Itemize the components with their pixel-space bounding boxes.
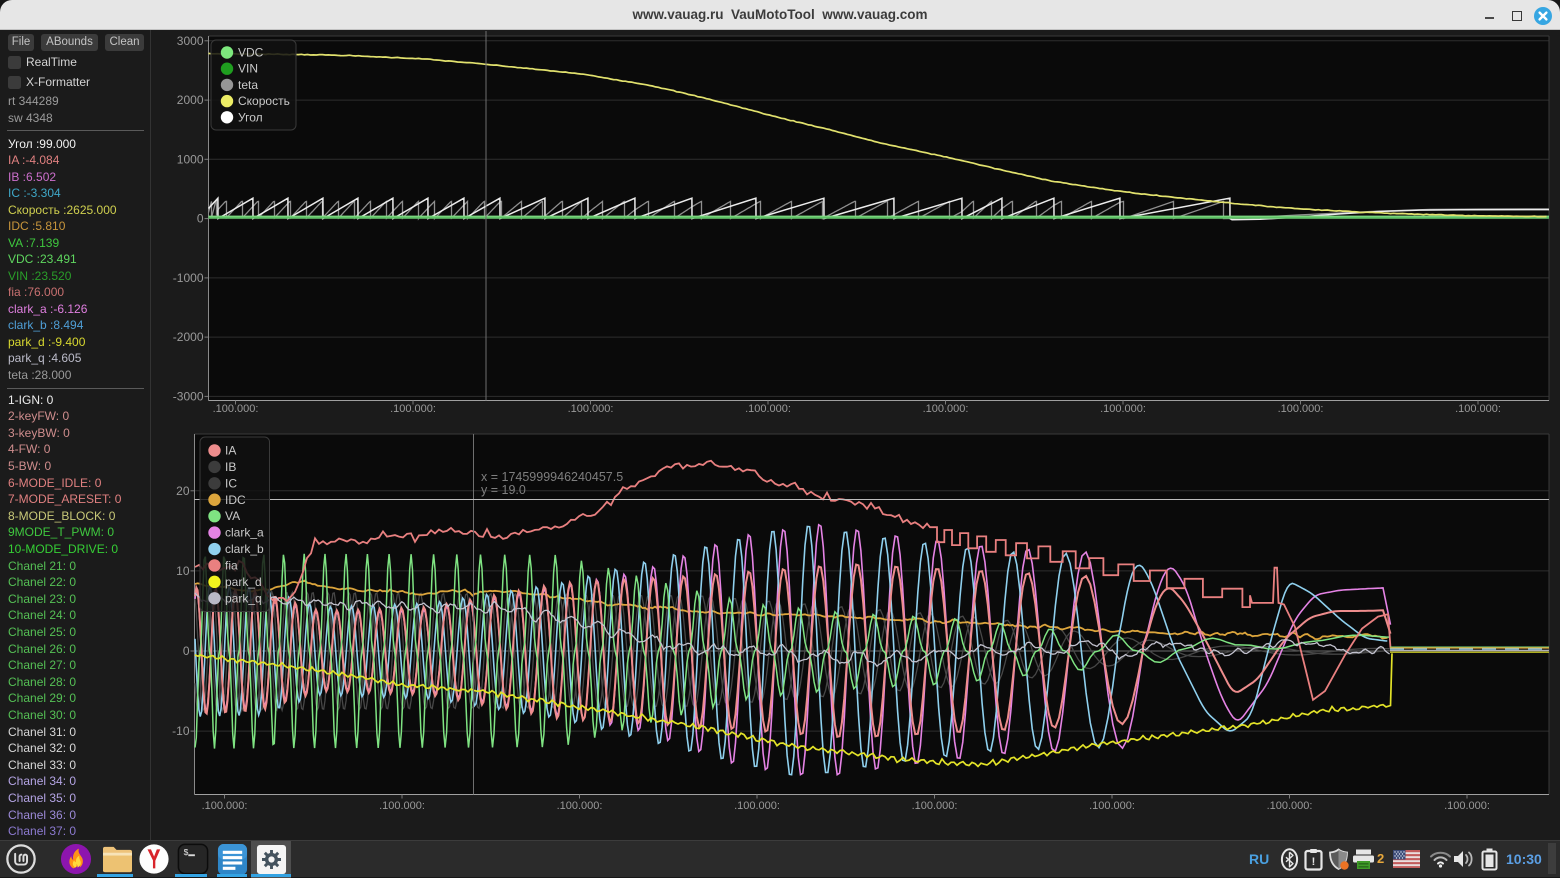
svg-text:1000: 1000: [177, 152, 204, 166]
svg-text:clark_b: clark_b: [225, 542, 264, 556]
svg-text:fia: fia: [225, 558, 238, 572]
svg-text:$: $: [184, 847, 189, 857]
svg-text:.100.000:: .100.000:: [213, 403, 259, 415]
svg-text:IC: IC: [225, 476, 237, 490]
svg-text:VIN: VIN: [238, 62, 258, 76]
svg-text:.100.000:: .100.000:: [568, 403, 614, 415]
svg-text:0: 0: [197, 212, 204, 226]
svg-text:IB: IB: [225, 460, 236, 474]
svg-text:.100.000:: .100.000:: [734, 800, 780, 812]
svg-text:park_d: park_d: [225, 575, 262, 589]
svg-text:-2000: -2000: [173, 330, 204, 344]
svg-text:VA: VA: [225, 509, 240, 523]
svg-text:3000: 3000: [177, 34, 204, 48]
svg-text:.100.000:: .100.000:: [1100, 403, 1146, 415]
svg-text:.100.000:: .100.000:: [202, 800, 248, 812]
svg-text:!: !: [1312, 856, 1316, 868]
svg-text:.100.000:: .100.000:: [557, 800, 603, 812]
svg-text:.100.000:: .100.000:: [745, 403, 791, 415]
svg-text:.100.000:: .100.000:: [379, 800, 425, 812]
svg-text:.100.000:: .100.000:: [390, 403, 436, 415]
svg-text:IA: IA: [225, 444, 236, 458]
svg-text:.100.000:: .100.000:: [1455, 403, 1501, 415]
svg-text:Скорость: Скорость: [238, 94, 290, 108]
svg-text:x = 1745999946240457.5: x = 1745999946240457.5: [481, 470, 623, 484]
svg-text:park_q: park_q: [225, 591, 262, 605]
svg-text:.100.000:: .100.000:: [912, 800, 958, 812]
svg-text:teta: teta: [238, 78, 258, 92]
svg-text:.100.000:: .100.000:: [1444, 800, 1490, 812]
svg-text:clark_a: clark_a: [225, 526, 264, 540]
svg-text:-10: -10: [172, 724, 190, 738]
svg-text:.100.000:: .100.000:: [1278, 403, 1324, 415]
svg-text:-1000: -1000: [173, 271, 204, 285]
svg-text:.100.000:: .100.000:: [923, 403, 969, 415]
svg-text:y = 19.0: y = 19.0: [481, 483, 526, 497]
svg-text:20: 20: [176, 484, 190, 498]
svg-text:10: 10: [176, 564, 190, 578]
svg-text:.100.000:: .100.000:: [1089, 800, 1135, 812]
svg-text:-3000: -3000: [173, 389, 204, 403]
svg-text:.100.000:: .100.000:: [1267, 800, 1313, 812]
svg-text:2000: 2000: [177, 93, 204, 107]
svg-text:Угол: Угол: [238, 110, 263, 124]
svg-text:VDC: VDC: [238, 46, 264, 60]
svg-text:0: 0: [183, 644, 190, 658]
svg-text:IDC: IDC: [225, 493, 246, 507]
